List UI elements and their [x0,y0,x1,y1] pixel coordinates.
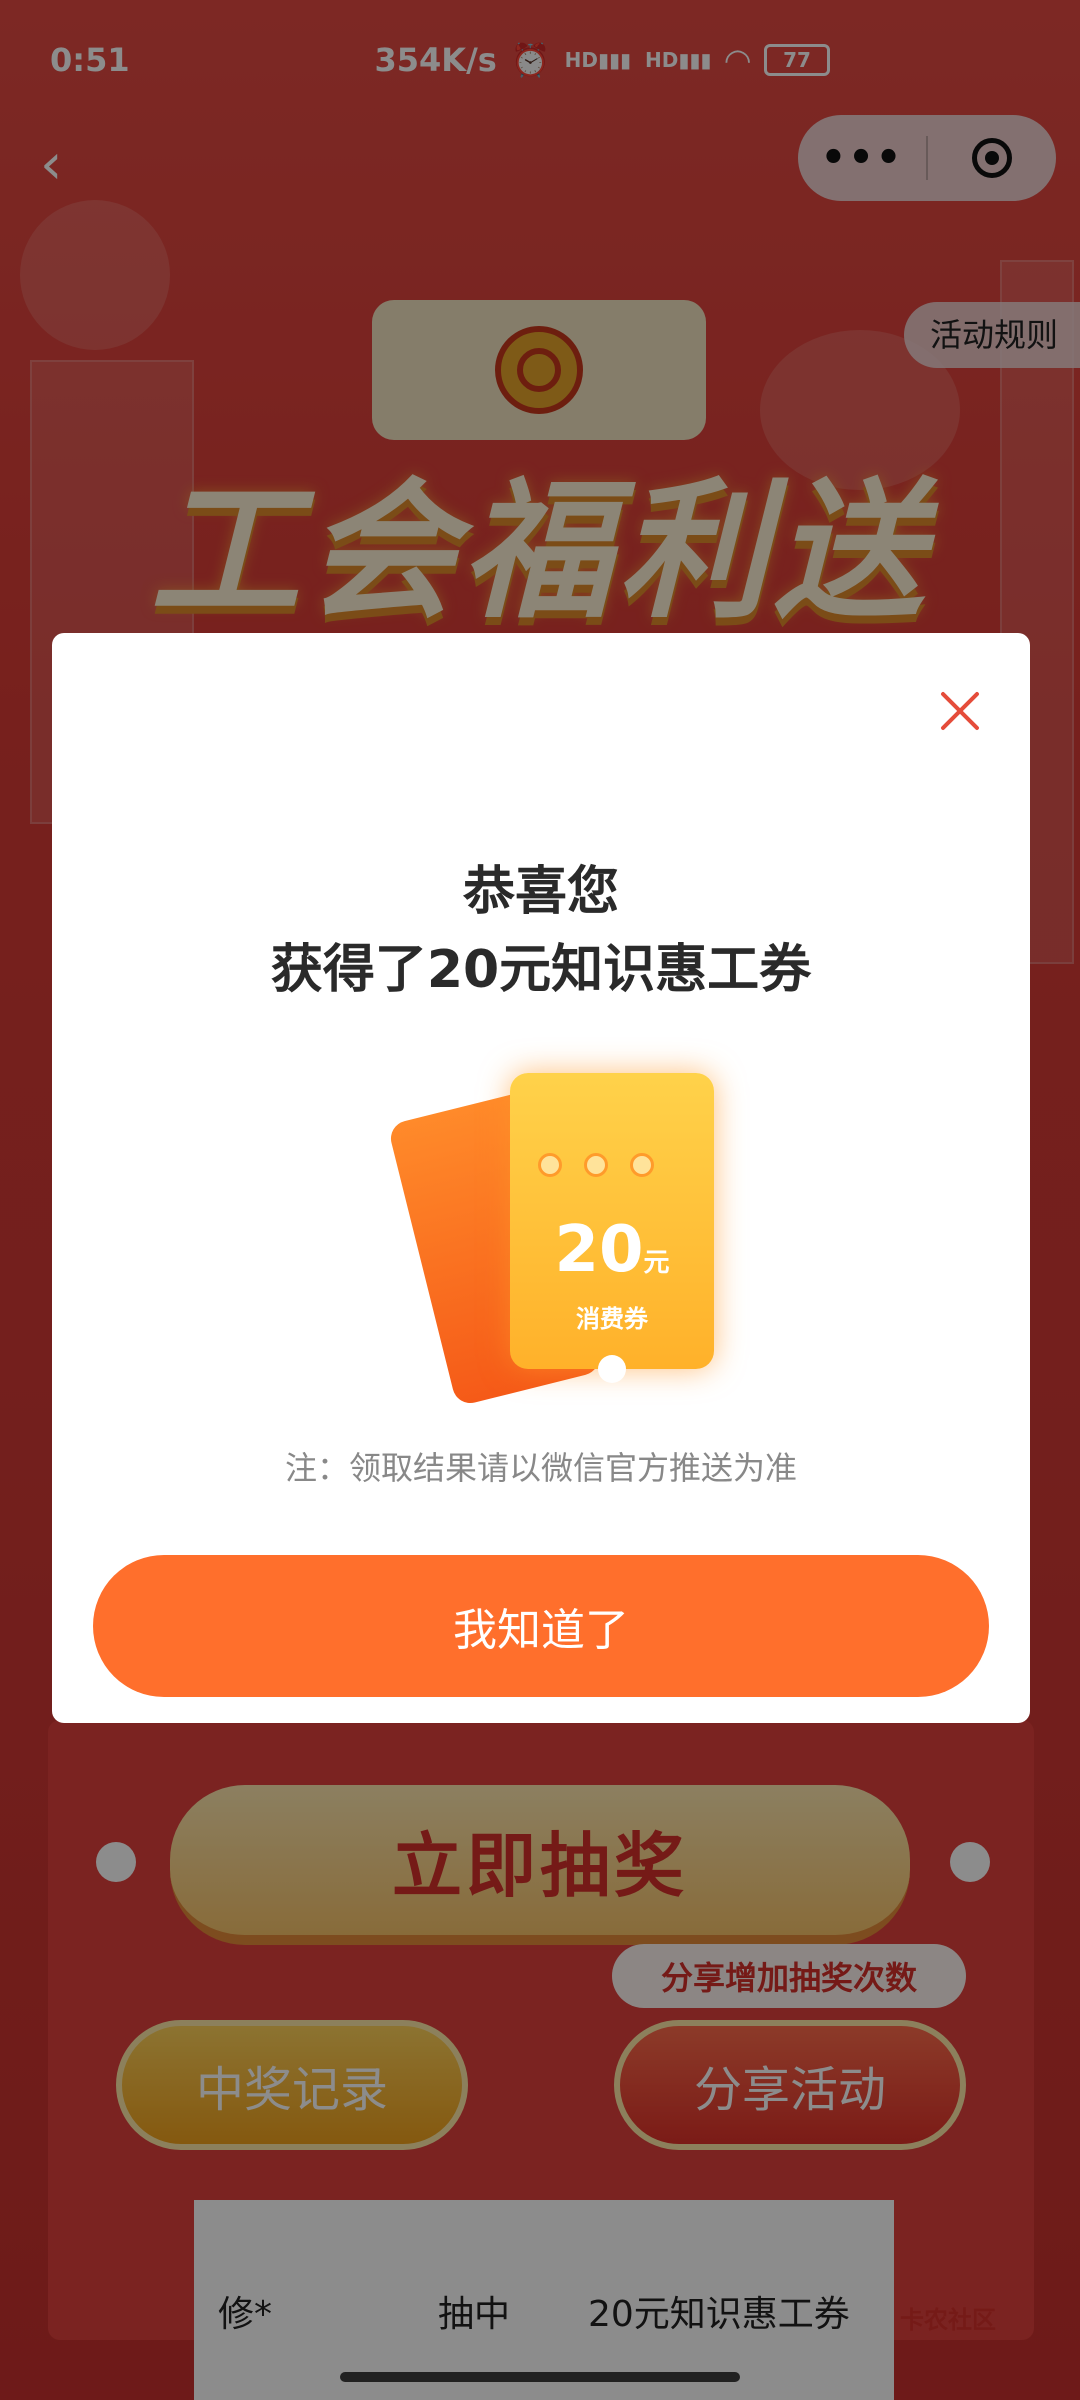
got-it-button[interactable]: 我知道了 [93,1555,989,1697]
close-icon[interactable] [930,681,990,741]
coupon-amount: 20元 [554,1213,670,1287]
coupon-unit: 元 [643,1248,670,1278]
home-indicator[interactable] [340,2372,740,2382]
dialog-note: 注：领取结果请以微信官方推送为准 [284,1449,797,1487]
prize-dialog: 恭喜您 获得了20元知识惠工券 20元 消费券 注：领取结果请以微信官方推送为准… [52,633,1030,1723]
coupon-holes [538,1153,654,1177]
coupon-notch [598,1355,626,1383]
dialog-title: 恭喜您 获得了20元知识惠工券 [52,853,1030,1009]
dialog-title-line1: 恭喜您 [462,862,619,922]
coupon-illustration: 20元 消费券 [370,1033,730,1413]
coupon-front: 20元 消费券 [510,1073,714,1383]
dialog-title-line2: 获得了20元知识惠工券 [270,940,812,1000]
coupon-label: 消费券 [576,1305,648,1333]
screen: 0:51 354K/s ⏰ HD▮▮▮ HD▮▮▮ ◠ 77 ‹ ••• 活动规… [0,0,1080,2400]
